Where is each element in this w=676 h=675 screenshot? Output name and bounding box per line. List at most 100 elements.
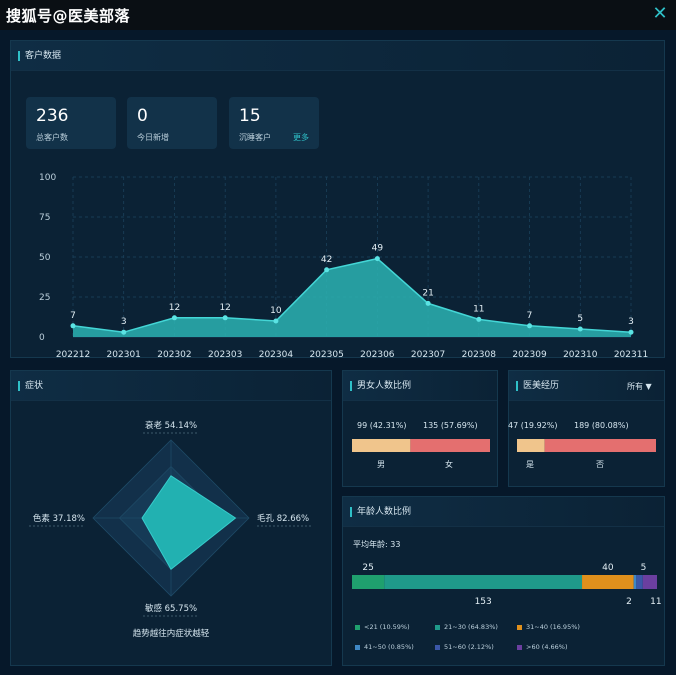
age-ratio-panel: 年龄人数比例 平均年龄: 33 25 153 40 2 5 11 <21 (10.59%)… (342, 496, 665, 666)
x-tick-label: 202310 (563, 350, 598, 357)
legend-swatch (517, 644, 522, 650)
more-link[interactable]: 更多 (293, 132, 309, 143)
data-label: 11 (650, 597, 661, 607)
stat-value: 236 (36, 106, 69, 126)
male-label: 男 (377, 460, 385, 469)
x-tick-label: 202302 (157, 350, 191, 357)
x-tick-label: 202305 (309, 350, 343, 357)
legend-label: 51~60 (2.12%) (444, 643, 494, 651)
customer-trend-chart: 0255075100202212 202301 202302 202303 202304… (39, 173, 648, 357)
stat-value: 0 (137, 106, 148, 126)
bar-segment (642, 575, 657, 589)
customer-data-panel: 客户数据 236 总客户数 0 今日新增 15 沉睡客户 更多 0 25 50 75 1… (10, 40, 665, 358)
stat-label: 总客户数 (36, 133, 68, 142)
data-point (324, 267, 330, 273)
bar-segment (352, 575, 385, 589)
data-label: 10 (270, 306, 282, 316)
stat-label: 沉睡客户 (239, 133, 271, 142)
panel-title: 男女人数比例 (343, 371, 497, 401)
radar-axis-label: 衰老 54.14% (145, 420, 197, 431)
legend-label: 41~50 (0.85%) (364, 643, 414, 651)
x-tick-label: 202311 (614, 350, 648, 357)
data-label: 3 (121, 317, 127, 327)
panel-title: 客户数据 (11, 41, 664, 71)
data-point (374, 256, 380, 262)
data-label: 153 (475, 597, 492, 607)
data-point (273, 318, 279, 324)
legend-swatch (517, 624, 522, 630)
bar-segment (352, 439, 411, 452)
gender-ratio-bar (352, 439, 490, 452)
data-point (476, 316, 482, 322)
x-tick-label: 202304 (259, 350, 294, 357)
x-tick-label: 202306 (360, 350, 395, 357)
data-label: 42 (321, 255, 332, 265)
panel-title: 症状 (11, 371, 331, 401)
y-tick-label: 50 (39, 253, 51, 263)
data-label: 49 (372, 244, 384, 254)
data-point (121, 329, 127, 335)
legend-entry: 31~40 (16.95%) (517, 623, 580, 631)
area-fill (73, 258, 631, 337)
data-label: 11 (473, 304, 484, 314)
data-point (70, 323, 76, 329)
legend-entry: 21~30 (64.83%) (435, 623, 498, 631)
data-label: 25 (362, 563, 373, 573)
data-label: 3 (628, 317, 634, 327)
y-tick-label: 0 (39, 333, 45, 343)
bar-segment (544, 439, 656, 452)
radar-footer: 趋势越往内症状越轻 (133, 628, 210, 639)
bar-segment (636, 575, 643, 589)
x-tick-label: 202301 (107, 350, 141, 357)
dashboard: 客户数据 236 总客户数 0 今日新增 15 沉睡客户 更多 0 25 50 75 1… (0, 30, 676, 675)
stat-card-new-today: 0 今日新增 (127, 97, 217, 149)
legend-entry: <21 (10.59%) (355, 623, 410, 631)
bar-segment (410, 439, 490, 452)
stat-card-total: 236 总客户数 (26, 97, 116, 149)
panel-title: 年龄人数比例 (343, 497, 664, 527)
data-point (222, 315, 228, 321)
data-label: 2 (626, 597, 632, 607)
data-label: 12 (169, 303, 180, 313)
bar-segment (633, 575, 637, 589)
filter-dropdown[interactable]: 所有 ▼ (627, 381, 652, 392)
radar-axis-label: 敏感 65.75% (145, 603, 197, 614)
legend-label: <21 (10.59%) (364, 623, 410, 631)
symptom-radar-chart: 衰老 54.14% 毛孔 82.66% 敏感 65.75% 色素 37.18% 趋势越往… (29, 420, 313, 639)
radar-axis-label: 毛孔 82.66% (257, 513, 309, 524)
legend-swatch (355, 624, 360, 630)
legend-entry: 51~60 (2.12%) (435, 643, 494, 651)
data-label: 5 (577, 314, 583, 324)
close-icon[interactable]: ✕ (650, 4, 670, 24)
bar-segment (384, 575, 583, 589)
x-tick-label: 202308 (462, 350, 497, 357)
age-ratio-bar: 25153402511 (352, 563, 662, 607)
no-label: 否 (596, 460, 604, 469)
y-tick-label: 100 (39, 173, 56, 183)
female-label: 女 (445, 460, 453, 469)
aesthetic-experience-panel: 医美经历 所有 ▼ 47 (19.92%) 189 (80.08%) 是 否 (508, 370, 665, 487)
stat-value: 15 (239, 106, 261, 126)
legend-swatch (435, 624, 440, 630)
bar-segment (517, 439, 545, 452)
data-point (577, 326, 583, 332)
data-point (425, 300, 431, 306)
gender-ratio-panel: 男女人数比例 99 (42.31%) 135 (57.69%) 男 女 (342, 370, 498, 487)
data-label: 7 (70, 311, 76, 321)
y-tick-label: 75 (39, 213, 50, 223)
data-label: 12 (219, 303, 230, 313)
data-point (171, 315, 177, 321)
stat-card-dormant[interactable]: 15 沉睡客户 更多 (229, 97, 319, 149)
female-count: 135 (57.69%) (423, 421, 478, 430)
watermark-text: 搜狐号@医美部落 (6, 7, 131, 25)
legend-label: 31~40 (16.95%) (526, 623, 580, 631)
title-bar: 搜狐号@医美部落 ✕ (0, 0, 676, 30)
stat-label: 今日新增 (137, 133, 169, 142)
y-tick-label: 25 (39, 293, 50, 303)
radar-axis-label: 色素 37.18% (33, 513, 85, 524)
aesthetic-experience-bar (517, 439, 656, 452)
yes-count: 47 (19.92%) (508, 421, 558, 430)
data-point (628, 329, 634, 335)
data-label: 21 (422, 288, 433, 298)
average-age: 平均年龄: 33 (353, 540, 401, 549)
